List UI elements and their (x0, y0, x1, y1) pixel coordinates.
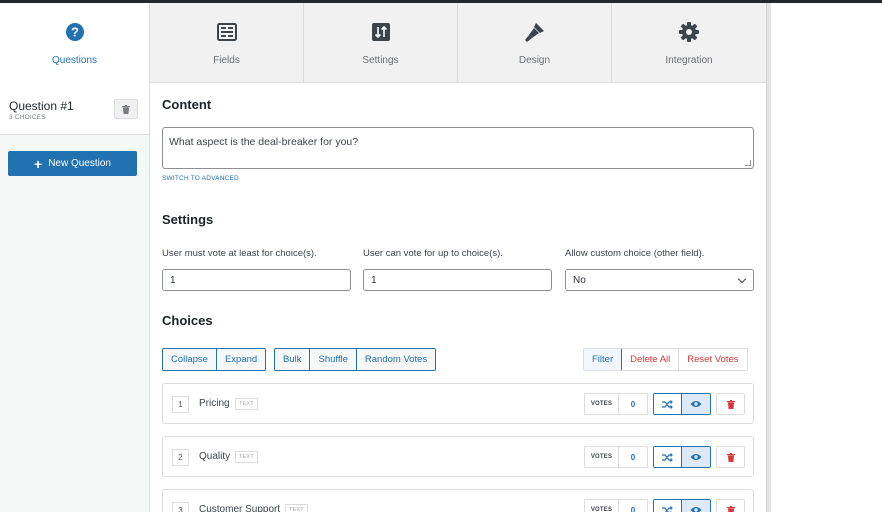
choice-controls (653, 393, 711, 415)
question-text-input[interactable]: What aspect is the deal-breaker for you? (162, 127, 754, 169)
questions-sidebar: Question #1 3 CHOICES + New Question (0, 83, 150, 512)
visibility-toggle[interactable] (682, 500, 710, 512)
poll-editor: ? Questions Fields Settings Design Integ… (0, 3, 766, 512)
svg-text:?: ? (71, 25, 79, 40)
question-choice-count: 3 CHOICES (9, 114, 46, 121)
choice-number: 3 (172, 502, 189, 512)
shuffle-button[interactable]: Shuffle (310, 349, 357, 370)
tab-fields[interactable]: Fields (150, 3, 304, 83)
trash-icon (726, 399, 735, 409)
choice-type-badge: TEXT (285, 504, 308, 512)
choice-controls (653, 499, 711, 512)
random-votes-button[interactable]: Random Votes (356, 349, 436, 370)
choice-row[interactable]: 1 Pricing TEXT VOTES 0 (162, 383, 754, 424)
tab-label: Integration (665, 55, 713, 66)
choice-row[interactable]: 2 Quality TEXT VOTES 0 (162, 436, 754, 477)
visibility-toggle[interactable] (682, 394, 710, 414)
votes-value[interactable]: 0 (619, 500, 647, 512)
gear-icon (678, 21, 700, 43)
choice-type-badge: TEXT (235, 398, 258, 410)
delete-choice-button[interactable] (716, 499, 745, 512)
delete-choice-button[interactable] (716, 393, 745, 415)
shuffle-choice-button[interactable] (654, 447, 682, 467)
plus-icon: + (34, 155, 43, 172)
question-title: Question #1 (9, 99, 74, 113)
page-divider (766, 3, 771, 512)
sort-settings-icon (370, 21, 392, 43)
votes-value[interactable]: 0 (619, 394, 647, 414)
content-heading: Content (162, 97, 212, 112)
choices-heading: Choices (162, 313, 213, 328)
choice-row[interactable]: 3 Customer Support TEXT VOTES 0 (162, 489, 754, 512)
tab-label: Fields (213, 55, 240, 66)
chevron-down-icon (737, 274, 747, 284)
delete-all-button[interactable]: Delete All (622, 349, 680, 370)
new-question-button[interactable]: + New Question (8, 151, 137, 176)
min-votes-input[interactable]: 1 (162, 269, 351, 291)
votes-label: VOTES (585, 394, 619, 414)
tab-questions[interactable]: ? Questions (0, 3, 150, 84)
choice-number: 1 (172, 396, 189, 413)
shuffle-icon (662, 399, 673, 409)
editor-tabs: ? Questions Fields Settings Design Integ… (0, 3, 766, 84)
trash-icon (726, 505, 735, 512)
custom-choice-value: No (573, 275, 586, 286)
filter-reset-group: Filter Delete All Reset Votes (583, 348, 748, 371)
bulk-actions-group: Bulk Shuffle Random Votes (274, 348, 437, 371)
votes-label: VOTES (585, 447, 619, 467)
shuffle-icon (662, 452, 673, 462)
custom-choice-select[interactable]: No (565, 269, 754, 291)
eye-icon (690, 454, 702, 460)
collapse-expand-group: Collapse Expand (162, 348, 267, 371)
trash-icon (122, 104, 130, 114)
custom-choice-label: Allow custom choice (other field). (565, 248, 705, 259)
votes-counter: VOTES 0 (584, 446, 648, 468)
shuffle-choice-button[interactable] (654, 500, 682, 512)
max-votes-input[interactable]: 1 (363, 269, 552, 291)
votes-counter: VOTES 0 (584, 499, 648, 512)
delete-choice-button[interactable] (716, 446, 745, 468)
bulk-button[interactable]: Bulk (275, 349, 311, 370)
choice-type-badge: TEXT (235, 451, 258, 463)
form-fields-icon (216, 21, 238, 43)
tab-label: Settings (362, 55, 399, 66)
tab-integration[interactable]: Integration (612, 3, 766, 83)
shuffle-icon (662, 505, 673, 512)
trash-icon (726, 452, 735, 462)
choice-label[interactable]: Customer Support (199, 504, 280, 512)
tab-label: Questions (51, 55, 98, 66)
visibility-toggle[interactable] (682, 447, 710, 467)
new-question-label: New Question (48, 158, 111, 169)
collapse-button[interactable]: Collapse (163, 349, 217, 370)
eye-icon (690, 401, 702, 407)
reset-votes-button[interactable]: Reset Votes (679, 349, 747, 370)
paint-brush-icon (524, 21, 546, 43)
tab-design[interactable]: Design (458, 3, 612, 83)
shuffle-choice-button[interactable] (654, 394, 682, 414)
choice-number: 2 (172, 449, 189, 466)
delete-question-button[interactable] (114, 99, 138, 119)
choice-label[interactable]: Quality (199, 451, 230, 462)
switch-to-advanced-link[interactable]: SWITCH TO ADVANCED (162, 175, 239, 182)
filter-button[interactable]: Filter (583, 349, 623, 370)
question-item[interactable]: Question #1 3 CHOICES (0, 83, 149, 135)
question-text: What aspect is the deal-breaker for you? (169, 136, 359, 148)
expand-button[interactable]: Expand (216, 349, 266, 370)
votes-value[interactable]: 0 (619, 447, 647, 467)
tab-settings[interactable]: Settings (304, 3, 458, 83)
choice-controls (653, 446, 711, 468)
tab-label: Design (518, 55, 551, 66)
max-votes-value: 1 (371, 275, 377, 286)
votes-label: VOTES (585, 500, 619, 512)
max-votes-label: User can vote for up to choice(s). (363, 248, 503, 259)
resize-handle[interactable] (745, 160, 751, 166)
settings-heading: Settings (162, 212, 214, 227)
min-votes-label: User must vote at least for choice(s). (162, 248, 317, 259)
min-votes-value: 1 (170, 275, 176, 286)
question-circle-icon: ? (64, 21, 86, 43)
eye-icon (690, 507, 702, 512)
votes-counter: VOTES 0 (584, 393, 648, 415)
choice-label[interactable]: Pricing (199, 398, 230, 409)
